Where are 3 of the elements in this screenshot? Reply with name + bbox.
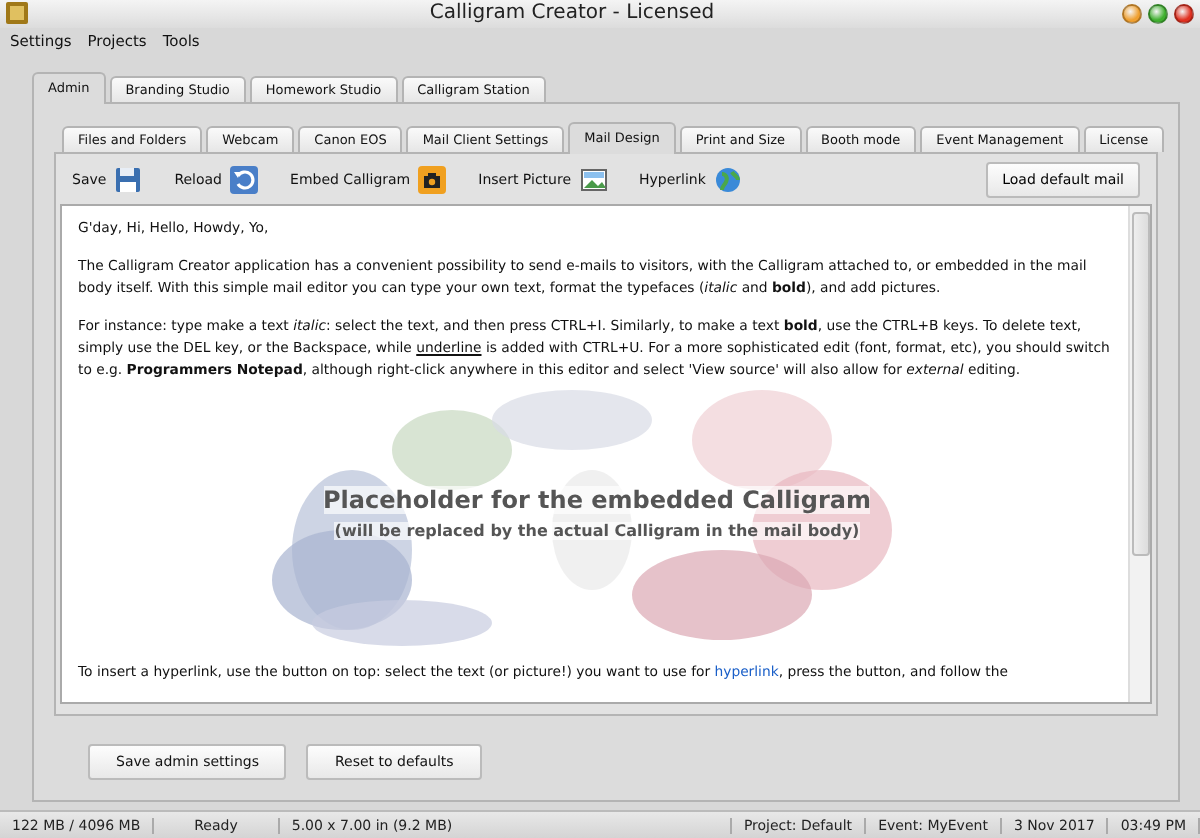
placeholder-title: Placeholder for the embedded Calligram xyxy=(323,486,871,515)
window-title: Calligram Creator - Licensed xyxy=(427,2,717,25)
placeholder-subtitle: (will be replaced by the actual Calligram in the mail body) xyxy=(334,522,860,541)
